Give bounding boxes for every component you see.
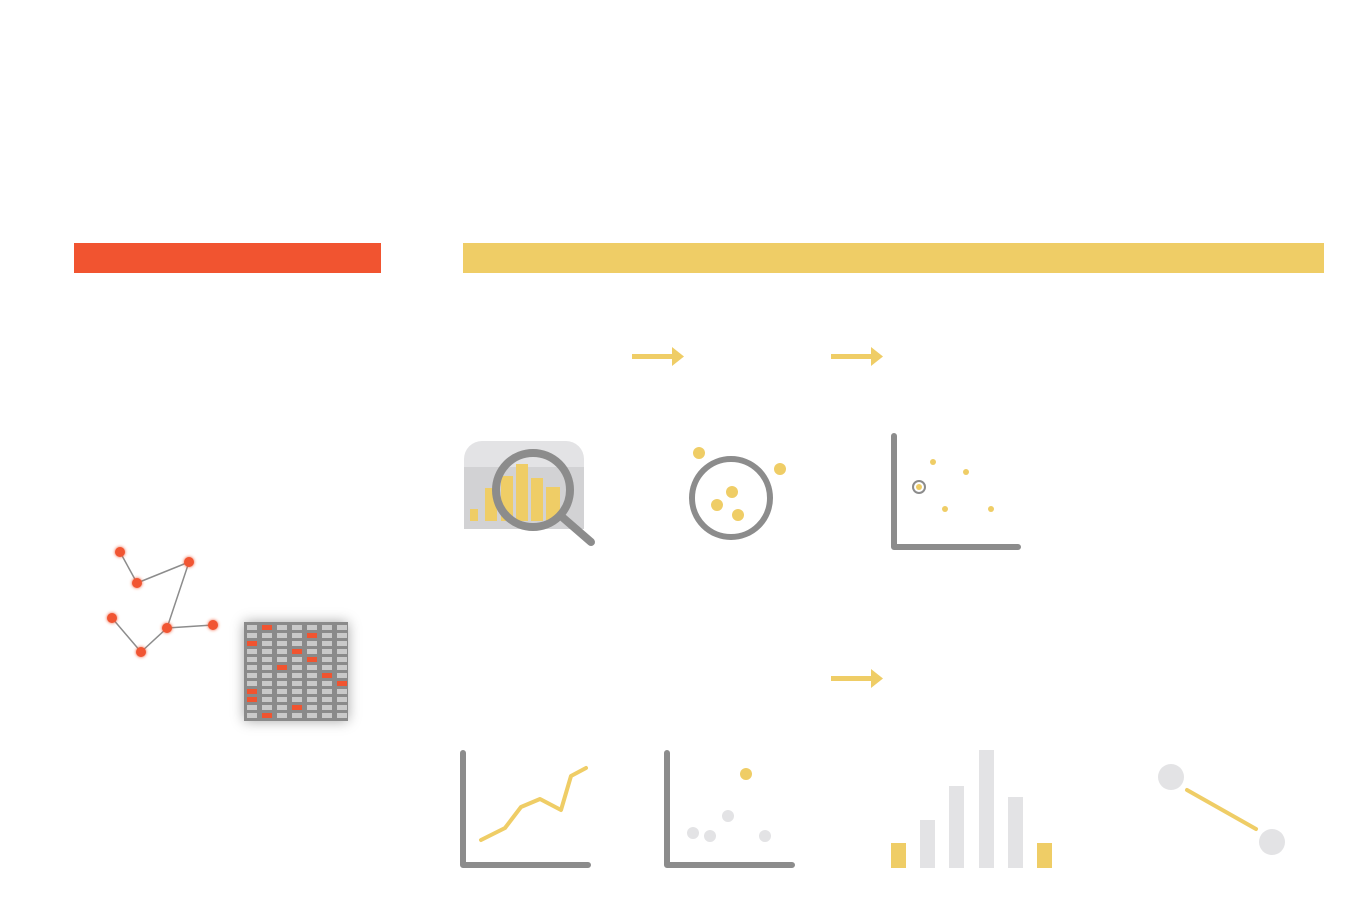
matrix-cell	[262, 697, 272, 702]
matrix-cell	[337, 673, 347, 678]
matrix-cell	[262, 657, 272, 662]
matrix-cell	[292, 641, 302, 646]
matrix-cell	[337, 633, 347, 638]
matrix-cell	[337, 705, 347, 710]
matrix-cell	[337, 649, 347, 654]
matrix-cell	[337, 689, 347, 694]
matrix-cell	[337, 657, 347, 662]
matrix-cell	[307, 633, 317, 638]
matrix-cell	[307, 705, 317, 710]
matrix-cell	[262, 665, 272, 670]
bar-chart-icon	[891, 750, 1052, 868]
matrix-cell	[292, 681, 302, 686]
data-matrix-cells	[247, 625, 347, 718]
matrix-cell	[322, 649, 332, 654]
matrix-cell	[337, 625, 347, 630]
matrix-cell	[337, 681, 347, 686]
arrow-right-icon	[831, 347, 883, 366]
arrow-right-icon	[831, 669, 883, 688]
matrix-cell	[337, 713, 347, 718]
matrix-cell	[277, 681, 287, 686]
matrix-cell	[247, 689, 257, 694]
cluster-circle-icon	[689, 447, 786, 540]
dumbbell-connector-icon	[1158, 764, 1285, 855]
matrix-cell	[247, 697, 257, 702]
process-section-header-bar	[463, 243, 1324, 273]
matrix-cell	[247, 705, 257, 710]
matrix-cell	[307, 673, 317, 678]
matrix-cell	[292, 625, 302, 630]
matrix-cell	[307, 665, 317, 670]
data-matrix-icon	[244, 622, 348, 721]
matrix-cell	[307, 689, 317, 694]
matrix-cell	[247, 641, 257, 646]
matrix-cell	[277, 625, 287, 630]
matrix-cell	[277, 649, 287, 654]
matrix-cell	[277, 689, 287, 694]
matrix-cell	[322, 641, 332, 646]
scatter-chart-icon	[664, 750, 795, 868]
line-chart-icon	[460, 750, 591, 868]
matrix-cell	[247, 633, 257, 638]
matrix-cell	[277, 673, 287, 678]
matrix-cell	[277, 705, 287, 710]
matrix-cell	[337, 697, 347, 702]
matrix-cell	[307, 657, 317, 662]
matrix-cell	[337, 665, 347, 670]
matrix-cell	[262, 705, 272, 710]
matrix-cell	[247, 681, 257, 686]
matrix-cell	[262, 673, 272, 678]
matrix-cell	[322, 673, 332, 678]
matrix-cell	[307, 713, 317, 718]
matrix-cell	[277, 657, 287, 662]
matrix-cell	[292, 697, 302, 702]
matrix-cell	[247, 625, 257, 630]
matrix-cell	[322, 705, 332, 710]
matrix-cell	[307, 697, 317, 702]
matrix-cell	[292, 633, 302, 638]
arrow-right-icon	[632, 347, 684, 366]
matrix-cell	[277, 697, 287, 702]
matrix-cell	[277, 633, 287, 638]
matrix-cell	[292, 673, 302, 678]
matrix-cell	[247, 649, 257, 654]
matrix-cell	[322, 633, 332, 638]
matrix-cell	[292, 649, 302, 654]
matrix-cell	[322, 697, 332, 702]
matrix-cell	[322, 625, 332, 630]
matrix-cell	[262, 681, 272, 686]
magnifier-histogram-icon	[464, 441, 595, 546]
matrix-cell	[292, 665, 302, 670]
matrix-cell	[307, 641, 317, 646]
matrix-cell	[247, 673, 257, 678]
matrix-cell	[262, 633, 272, 638]
matrix-cell	[307, 681, 317, 686]
matrix-cell	[307, 625, 317, 630]
matrix-cell	[262, 625, 272, 630]
matrix-cell	[292, 657, 302, 662]
matrix-cell	[247, 665, 257, 670]
matrix-cell	[262, 713, 272, 718]
matrix-cell	[322, 657, 332, 662]
scatter-highlight-icon	[891, 433, 1021, 550]
matrix-cell	[322, 689, 332, 694]
matrix-cell	[247, 657, 257, 662]
matrix-cell	[262, 641, 272, 646]
matrix-cell	[322, 665, 332, 670]
matrix-cell	[277, 665, 287, 670]
matrix-cell	[277, 641, 287, 646]
network-graph-icon	[107, 547, 218, 657]
matrix-cell	[247, 713, 257, 718]
matrix-cell	[262, 689, 272, 694]
matrix-cell	[292, 713, 302, 718]
matrix-cell	[277, 713, 287, 718]
matrix-cell	[262, 649, 272, 654]
matrix-cell	[292, 689, 302, 694]
input-section-header-bar	[74, 243, 381, 273]
matrix-cell	[322, 713, 332, 718]
matrix-cell	[337, 641, 347, 646]
matrix-cell	[292, 705, 302, 710]
matrix-cell	[307, 649, 317, 654]
matrix-cell	[322, 681, 332, 686]
